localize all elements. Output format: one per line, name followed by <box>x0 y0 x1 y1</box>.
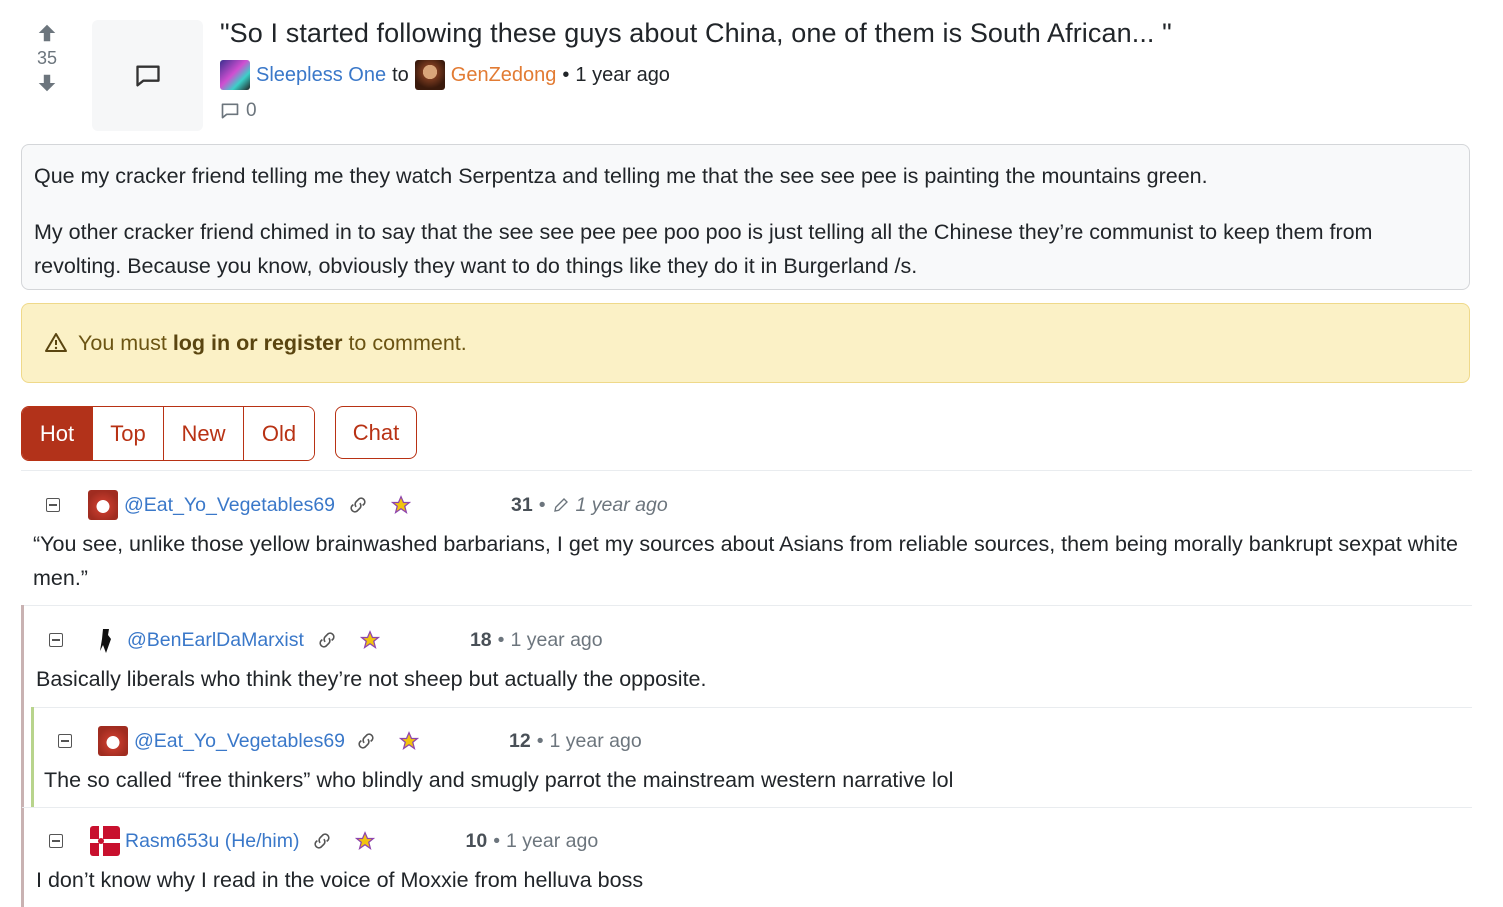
separator: • <box>497 628 505 651</box>
post-thumbnail[interactable] <box>92 20 203 131</box>
author-avatar[interactable] <box>220 60 250 90</box>
login-register-link[interactable]: log in or register <box>173 331 343 356</box>
comment-author-link[interactable]: @Eat_Yo_Vegetables69 <box>124 494 335 517</box>
comment-time: 1 year ago <box>510 628 603 651</box>
comment-body: I don’t know why I read in the voice of … <box>36 868 644 892</box>
post-meta: Sleepless One to GenZedong • 1 year ago <box>220 60 670 90</box>
comment-icon <box>221 103 239 119</box>
sort-top-button[interactable]: Top <box>93 407 164 460</box>
fediverse-icon[interactable] <box>391 495 412 515</box>
comment-time: 1 year ago <box>549 729 642 752</box>
divider <box>22 807 1472 808</box>
sort-button-group: Hot Top New Old <box>21 406 315 461</box>
meta-separator: • <box>562 63 570 86</box>
community-avatar[interactable] <box>414 60 445 90</box>
user-avatar[interactable] <box>98 726 128 756</box>
link-icon[interactable] <box>316 629 338 651</box>
comment-body: The so called “free thinkers” who blindl… <box>44 768 954 792</box>
upvote-icon[interactable] <box>36 22 58 44</box>
comment-time: 1 year ago <box>575 493 668 516</box>
chat-button[interactable]: Chat <box>335 406 417 459</box>
collapse-icon[interactable] <box>49 633 63 647</box>
comment-score: 12 <box>509 729 531 752</box>
comment-header: @Eat_Yo_Vegetables69 12 • 1 year ago <box>58 726 642 756</box>
comment-author-link[interactable]: @Eat_Yo_Vegetables69 <box>134 730 345 753</box>
post-score: 35 <box>36 48 58 68</box>
link-icon[interactable] <box>311 830 333 852</box>
comment-count-link[interactable]: 0 <box>220 100 257 122</box>
divider <box>22 605 1472 606</box>
comment-header: @BenEarlDaMarxist 18 • 1 year ago <box>49 625 603 655</box>
post-title[interactable]: "So I started following these guys about… <box>220 18 1172 49</box>
divider <box>32 707 1472 708</box>
comment-score: 18 <box>469 628 492 651</box>
comment-body: “You see, unlike those yellow brainwashe… <box>33 532 1458 590</box>
sort-hot-button[interactable]: Hot <box>22 407 93 460</box>
comment-author-link[interactable]: Rasm653u (He/him) <box>125 830 299 853</box>
post-body-paragraph: My other cracker friend chimed in to say… <box>34 220 1373 278</box>
warning-icon <box>45 333 67 352</box>
author-link[interactable]: Sleepless One <box>256 64 386 87</box>
post-body-paragraph: Que my cracker friend telling me they wa… <box>34 164 1208 188</box>
comment-score: 10 <box>465 829 488 852</box>
comment-score: 31 <box>511 493 533 516</box>
comment-time: 1 year ago <box>506 829 599 852</box>
comment-header: Rasm653u (He/him) 10 • 1 year ago <box>49 826 598 856</box>
collapse-icon[interactable] <box>49 834 63 848</box>
post-time: 1 year ago <box>575 63 670 86</box>
sort-old-button[interactable]: Old <box>244 407 314 460</box>
comment-header: @Eat_Yo_Vegetables69 31 • 1 year ago <box>46 490 668 520</box>
fediverse-icon[interactable] <box>359 630 380 650</box>
divider <box>21 470 1472 471</box>
sort-new-button[interactable]: New <box>164 407 244 460</box>
separator: • <box>536 729 544 752</box>
thread-line[interactable] <box>21 605 24 907</box>
separator: • <box>538 493 546 516</box>
login-alert: You must log in or register to comment. <box>21 303 1470 383</box>
alert-suffix: to comment. <box>342 330 467 355</box>
thread-line[interactable] <box>31 707 34 807</box>
user-avatar[interactable] <box>91 625 121 655</box>
separator: • <box>493 829 501 852</box>
user-avatar[interactable] <box>90 826 120 856</box>
post-body: Que my cracker friend telling me they wa… <box>21 144 1470 290</box>
link-icon[interactable] <box>347 494 369 516</box>
comment-count: 0 <box>246 100 257 121</box>
downvote-icon[interactable] <box>36 72 58 94</box>
fediverse-icon[interactable] <box>399 731 420 751</box>
message-icon <box>135 65 160 87</box>
collapse-icon[interactable] <box>46 498 60 512</box>
alert-prefix: You must <box>78 330 173 355</box>
comment-body: Basically liberals who think they’re not… <box>36 667 707 691</box>
comment-author-link[interactable]: @BenEarlDaMarxist <box>127 629 304 652</box>
user-avatar[interactable] <box>88 490 118 520</box>
collapse-icon[interactable] <box>58 734 72 748</box>
to-label: to <box>392 63 409 86</box>
edit-icon <box>553 498 568 512</box>
fediverse-icon[interactable] <box>355 831 376 851</box>
vote-column: 35 <box>24 22 70 94</box>
link-icon[interactable] <box>355 730 377 752</box>
community-link[interactable]: GenZedong <box>451 64 557 87</box>
